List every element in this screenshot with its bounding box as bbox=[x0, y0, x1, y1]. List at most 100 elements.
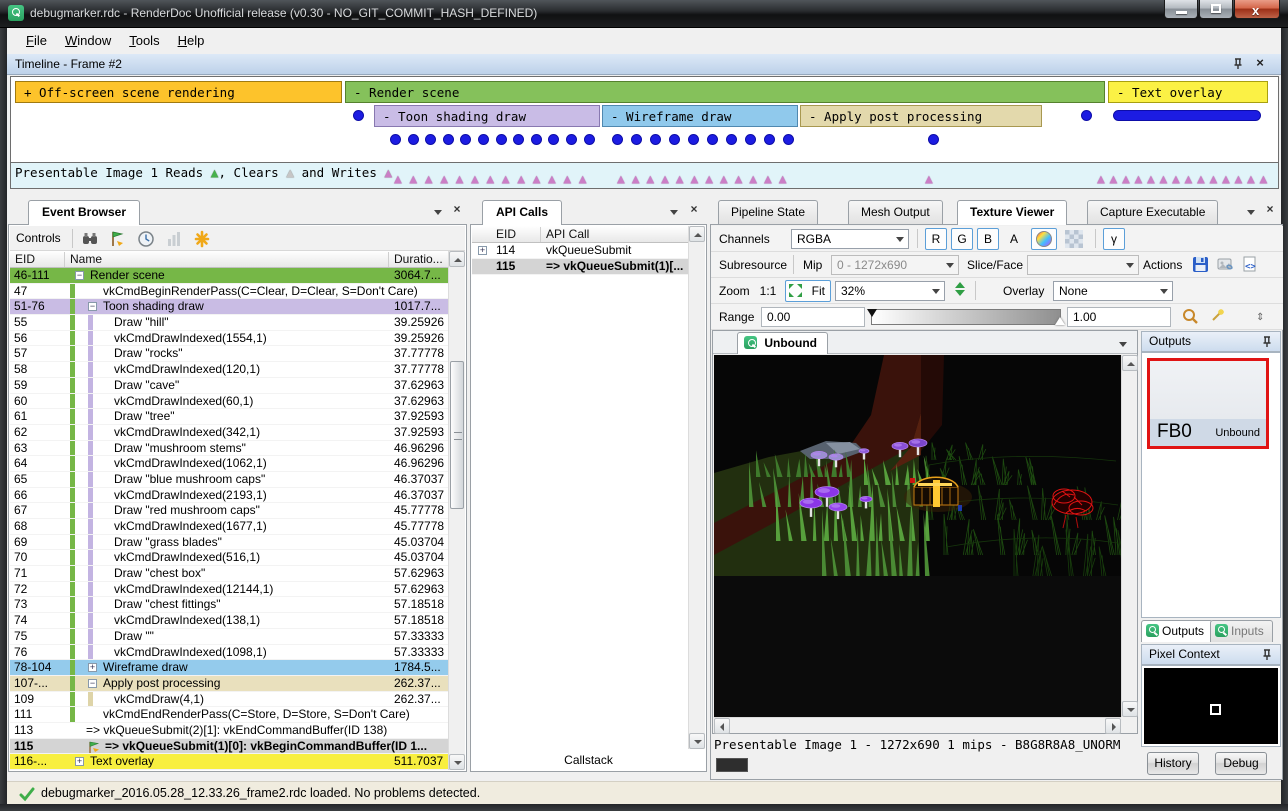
usage-triangle[interactable]: ▲ bbox=[394, 172, 402, 187]
tab-inputs[interactable]: Inputs bbox=[1210, 620, 1273, 642]
scroll-up-button[interactable] bbox=[689, 226, 705, 242]
event-row[interactable]: 58vkCmdDrawIndexed(120,1)37.77778 bbox=[10, 362, 448, 378]
usage-triangle[interactable]: ▲ bbox=[1160, 172, 1168, 187]
scroll-right-button[interactable] bbox=[1105, 718, 1121, 734]
event-row[interactable]: 72vkCmdDrawIndexed(12144,1)57.62963 bbox=[10, 582, 448, 598]
close-icon[interactable]: × bbox=[449, 202, 465, 216]
event-row[interactable]: 64vkCmdDrawIndexed(1062,1)46.96296 bbox=[10, 456, 448, 472]
timeline-event-dot[interactable] bbox=[631, 134, 642, 145]
event-row[interactable]: 109vkCmdDraw(4,1)262.37... bbox=[10, 692, 448, 708]
texture-hscrollbar[interactable] bbox=[714, 717, 1121, 733]
usage-triangle[interactable]: ▲ bbox=[646, 172, 654, 187]
timeline-event-dot[interactable] bbox=[478, 134, 489, 145]
usage-triangle[interactable]: ▲ bbox=[1110, 172, 1118, 187]
usage-triangle[interactable]: ▲ bbox=[1222, 172, 1230, 187]
timeline-marker[interactable]: - Toon shading draw bbox=[374, 105, 600, 127]
usage-triangle[interactable]: ▲ bbox=[632, 172, 640, 187]
checkerboard-button[interactable] bbox=[1061, 228, 1087, 250]
expand-toggle[interactable]: − bbox=[88, 302, 97, 311]
overlay-select[interactable]: None bbox=[1053, 281, 1173, 301]
event-row[interactable]: 46-111−Render scene3064.7... bbox=[10, 268, 448, 284]
gamma-button[interactable]: γ bbox=[1103, 228, 1125, 250]
scroll-down-button[interactable] bbox=[1122, 701, 1138, 717]
usage-triangle[interactable]: ▲ bbox=[456, 172, 464, 187]
event-row[interactable]: 71Draw "chest box"57.62963 bbox=[10, 566, 448, 582]
api-calls-header[interactable]: EID API Call bbox=[472, 226, 689, 243]
event-browser-scrollbar[interactable] bbox=[448, 251, 465, 770]
usage-triangle[interactable]: ▲ bbox=[1172, 172, 1180, 187]
event-row[interactable]: 78-104+Wireframe draw1784.5... bbox=[10, 660, 448, 676]
timeline-marker[interactable]: - Render scene bbox=[345, 81, 1105, 103]
timeline-event-dot[interactable] bbox=[669, 134, 680, 145]
timeline-event-dot[interactable] bbox=[764, 134, 775, 145]
scroll-down-button[interactable] bbox=[449, 754, 465, 770]
timeline-event-dot[interactable] bbox=[726, 134, 737, 145]
usage-triangle[interactable]: ▲ bbox=[548, 172, 556, 187]
chevron-down-icon[interactable] bbox=[1115, 336, 1131, 350]
expand-toggle[interactable]: + bbox=[75, 757, 84, 766]
api-calls-scrollbar[interactable] bbox=[688, 226, 705, 749]
event-row[interactable]: 74vkCmdDrawIndexed(138,1)57.18518 bbox=[10, 613, 448, 629]
timeline-event-dot[interactable] bbox=[1081, 110, 1092, 121]
range-min-field[interactable]: 0.00 bbox=[761, 307, 865, 327]
event-row[interactable]: 69Draw "grass blades"45.03704 bbox=[10, 535, 448, 551]
event-row[interactable]: 63Draw "mushroom stems"46.96296 bbox=[10, 441, 448, 457]
timeline-event-dot[interactable] bbox=[408, 134, 419, 145]
usage-triangle[interactable]: ▲ bbox=[1260, 172, 1268, 187]
usage-triangle[interactable]: ▲ bbox=[1247, 172, 1255, 187]
blue-channel-button[interactable]: B bbox=[977, 228, 999, 250]
timeline-event-dot[interactable] bbox=[496, 134, 507, 145]
tab-event-browser[interactable]: Event Browser bbox=[28, 200, 140, 225]
timeline-event-dot[interactable] bbox=[566, 134, 577, 145]
tab-pipeline-state[interactable]: Pipeline State bbox=[718, 200, 818, 224]
usage-triangle[interactable]: ▲ bbox=[1210, 172, 1218, 187]
event-row[interactable]: 55Draw "hill"39.25926 bbox=[10, 315, 448, 331]
usage-triangle[interactable]: ▲ bbox=[425, 172, 433, 187]
usage-triangle[interactable]: ▲ bbox=[1235, 172, 1243, 187]
usage-triangle[interactable]: ▲ bbox=[1197, 172, 1205, 187]
range-max-field[interactable]: 1.00 bbox=[1067, 307, 1171, 327]
close-icon[interactable]: × bbox=[1253, 55, 1267, 71]
event-row[interactable]: 113=> vkQueueSubmit(2)[1]: vkEndCommandB… bbox=[10, 723, 448, 739]
usage-triangle[interactable]: ▲ bbox=[779, 172, 787, 187]
alpha-channel-button[interactable]: A bbox=[1003, 228, 1025, 250]
event-row[interactable]: 59Draw "cave"37.62963 bbox=[10, 378, 448, 394]
fit-button[interactable]: Fit bbox=[785, 280, 831, 302]
timeline-event-dot[interactable] bbox=[531, 134, 542, 145]
column-name[interactable]: Name bbox=[70, 252, 102, 266]
api-call-row[interactable]: 115=> vkQueueSubmit(1)[... bbox=[472, 259, 689, 275]
scroll-left-button[interactable] bbox=[714, 718, 730, 734]
usage-triangle[interactable]: ▲ bbox=[502, 172, 510, 187]
usage-triangle[interactable]: ▲ bbox=[1122, 172, 1130, 187]
close-icon[interactable]: × bbox=[686, 202, 702, 216]
fb0-thumbnail[interactable]: FB0 Unbound bbox=[1147, 358, 1269, 449]
usage-triangle[interactable]: ▲ bbox=[1097, 172, 1105, 187]
menu-file[interactable]: File bbox=[17, 28, 56, 53]
usage-triangle[interactable]: ▲ bbox=[764, 172, 772, 187]
usage-triangle[interactable]: ▲ bbox=[517, 172, 525, 187]
timeline-event-dot[interactable] bbox=[353, 110, 364, 121]
history-button[interactable]: History bbox=[1147, 752, 1199, 775]
scroll-thumb[interactable] bbox=[450, 361, 464, 509]
timeline-event-dot[interactable] bbox=[460, 134, 471, 145]
menu-help[interactable]: Help bbox=[169, 28, 214, 53]
tab-capture-executable[interactable]: Capture Executable bbox=[1087, 200, 1218, 224]
callstack-label[interactable]: Callstack bbox=[471, 753, 706, 767]
texture-tab-unbound[interactable]: Unbound bbox=[737, 332, 828, 354]
timeline-event-dot[interactable] bbox=[612, 134, 623, 145]
usage-triangle[interactable]: ▲ bbox=[440, 172, 448, 187]
usage-triangle[interactable]: ▲ bbox=[676, 172, 684, 187]
texture-viewport[interactable] bbox=[714, 355, 1121, 717]
expand-toggle[interactable]: − bbox=[88, 679, 97, 688]
event-row[interactable]: 70vkCmdDrawIndexed(516,1)45.03704 bbox=[10, 550, 448, 566]
event-row[interactable]: 56vkCmdDrawIndexed(1554,1)39.25926 bbox=[10, 331, 448, 347]
event-row[interactable]: 47vkCmdBeginRenderPass(C=Clear, D=Clear,… bbox=[10, 284, 448, 300]
usage-triangle[interactable]: ▲ bbox=[705, 172, 713, 187]
flip-vertical-icon[interactable] bbox=[955, 282, 965, 296]
timeline-marker[interactable]: + Off-screen scene rendering bbox=[15, 81, 342, 103]
tab-mesh-output[interactable]: Mesh Output bbox=[848, 200, 943, 224]
scroll-up-button[interactable] bbox=[1122, 355, 1138, 371]
timeline-event-dot[interactable] bbox=[650, 134, 661, 145]
event-row[interactable]: 65Draw "blue mushroom caps"46.37037 bbox=[10, 472, 448, 488]
usage-triangle[interactable]: ▲ bbox=[720, 172, 728, 187]
